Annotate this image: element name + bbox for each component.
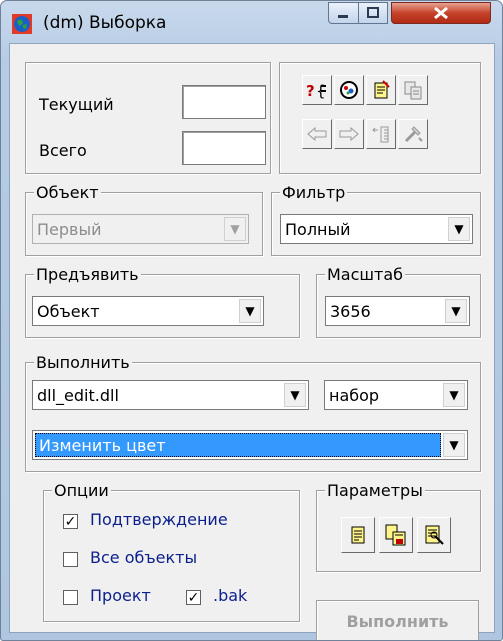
- param-save-button[interactable]: [379, 517, 413, 553]
- params-group: Параметры: [316, 482, 481, 572]
- close-icon: [434, 6, 448, 20]
- param-settings-icon: [425, 525, 444, 545]
- checkmark-icon: ✓: [64, 513, 77, 530]
- edit-doc-icon: [374, 80, 390, 99]
- dialog-client-area: Текущий Всего ? {Объект Первый ▼ Фильтр…: [9, 43, 495, 640]
- scale-group: Масштаб 3656 ▼: [316, 266, 481, 338]
- maximize-icon: [367, 7, 379, 18]
- edit-doc-button[interactable]: [366, 75, 396, 105]
- scale-legend: Масштаб: [325, 265, 406, 284]
- filter-select[interactable]: Полный ▼: [280, 214, 473, 244]
- param-doc-icon: [351, 526, 365, 544]
- scale-select-value: 3656: [330, 302, 371, 321]
- present-legend: Предъявить: [34, 265, 141, 284]
- object-select-value: Первый: [37, 220, 102, 239]
- object-group: Объект Первый ▼: [25, 184, 263, 256]
- svg-text:?: ?: [306, 82, 315, 100]
- confirm-checkbox[interactable]: ✓: [63, 514, 78, 529]
- action-dropdown-button[interactable]: ▼: [443, 433, 465, 457]
- dll-select[interactable]: dll_edit.dll ▼: [32, 380, 309, 410]
- param-save-icon: [385, 524, 406, 546]
- tools-icon: [404, 126, 423, 143]
- run-button[interactable]: Выполнить: [316, 600, 479, 640]
- query-icon: ? {: [306, 82, 326, 100]
- copy-doc-button[interactable]: [398, 75, 428, 105]
- filter-dropdown-button[interactable]: ▼: [448, 217, 470, 241]
- minimize-icon: [338, 15, 348, 18]
- total-field[interactable]: [182, 131, 266, 165]
- bak-checkbox[interactable]: ✓: [186, 590, 201, 605]
- prev-button[interactable]: [302, 119, 332, 149]
- next-button[interactable]: [334, 119, 364, 149]
- total-label: Всего: [39, 141, 87, 160]
- scale-dropdown-button[interactable]: ▼: [445, 299, 467, 323]
- copy-doc-icon: [404, 81, 422, 100]
- chevron-down-icon: ▼: [449, 388, 459, 402]
- ruler-button[interactable]: [366, 119, 396, 149]
- object-select: Первый ▼: [32, 214, 249, 244]
- execute-legend: Выполнить: [34, 353, 132, 372]
- dll-select-value: dll_edit.dll: [37, 386, 119, 405]
- globe-app-icon: [12, 14, 32, 34]
- chevron-down-icon: ▼: [245, 304, 255, 318]
- toolbar-group: ? {: [279, 62, 481, 174]
- present-dropdown-button[interactable]: ▼: [239, 299, 261, 323]
- set-dropdown-button[interactable]: ▼: [443, 383, 465, 407]
- present-select[interactable]: Объект ▼: [32, 296, 264, 326]
- counters-group: Текущий Всего: [25, 62, 271, 174]
- present-select-value: Объект: [37, 302, 100, 321]
- options-group: Опции ✓ Подтверждение Все объекты Проект…: [43, 482, 300, 622]
- arrow-left-icon: [307, 126, 327, 142]
- chevron-down-icon: ▼: [451, 304, 461, 318]
- current-field[interactable]: [182, 85, 266, 119]
- chevron-down-icon: ▼: [290, 388, 300, 402]
- object-legend: Объект: [34, 183, 101, 202]
- set-select[interactable]: набор ▼: [324, 380, 468, 410]
- chevron-down-icon: ▼: [454, 222, 464, 236]
- dll-dropdown-button[interactable]: ▼: [284, 383, 306, 407]
- all-objects-checkbox[interactable]: [63, 552, 78, 567]
- set-select-value: набор: [329, 386, 380, 405]
- window-title: (dm) Выборка: [43, 13, 167, 33]
- action-select[interactable]: Изменить цвет ▼: [32, 430, 468, 460]
- close-button[interactable]: [391, 2, 491, 24]
- view-button[interactable]: [334, 75, 364, 105]
- maximize-button[interactable]: [358, 2, 388, 24]
- filter-legend: Фильтр: [280, 183, 348, 202]
- all-objects-label[interactable]: Все объекты: [90, 548, 197, 567]
- action-select-value: Изменить цвет: [39, 436, 166, 455]
- query-button[interactable]: ? {: [302, 75, 332, 105]
- param-settings-button[interactable]: [417, 517, 451, 553]
- params-legend: Параметры: [325, 481, 425, 500]
- tools-button[interactable]: [398, 119, 428, 149]
- confirm-label[interactable]: Подтверждение: [90, 510, 228, 529]
- execute-group: Выполнить dll_edit.dll ▼ набор ▼ Изменит…: [25, 354, 481, 472]
- minimize-button[interactable]: [328, 2, 359, 24]
- scale-select[interactable]: 3656 ▼: [325, 296, 470, 326]
- project-label[interactable]: Проект: [90, 586, 151, 605]
- param-doc-button[interactable]: [341, 517, 375, 553]
- project-checkbox[interactable]: [63, 590, 78, 605]
- chevron-down-icon: ▼: [230, 222, 240, 236]
- filter-group: Фильтр Полный ▼: [271, 184, 481, 256]
- chevron-down-icon: ▼: [449, 438, 459, 452]
- arrow-right-icon: [339, 126, 359, 142]
- ruler-icon: [372, 126, 389, 143]
- bak-label[interactable]: .bak: [213, 586, 247, 605]
- dialog-window: (dm) Выборка Текущий Всего ? {Объект Пе…: [0, 0, 503, 641]
- view-icon: [340, 81, 358, 99]
- filter-select-value: Полный: [285, 220, 351, 239]
- current-label: Текущий: [39, 95, 114, 114]
- present-group: Предъявить Объект ▼: [25, 266, 300, 338]
- checkmark-icon: ✓: [187, 589, 200, 606]
- title-bar[interactable]: (dm) Выборка: [1, 1, 502, 43]
- object-dropdown-button: ▼: [224, 217, 246, 241]
- options-legend: Опции: [52, 481, 111, 500]
